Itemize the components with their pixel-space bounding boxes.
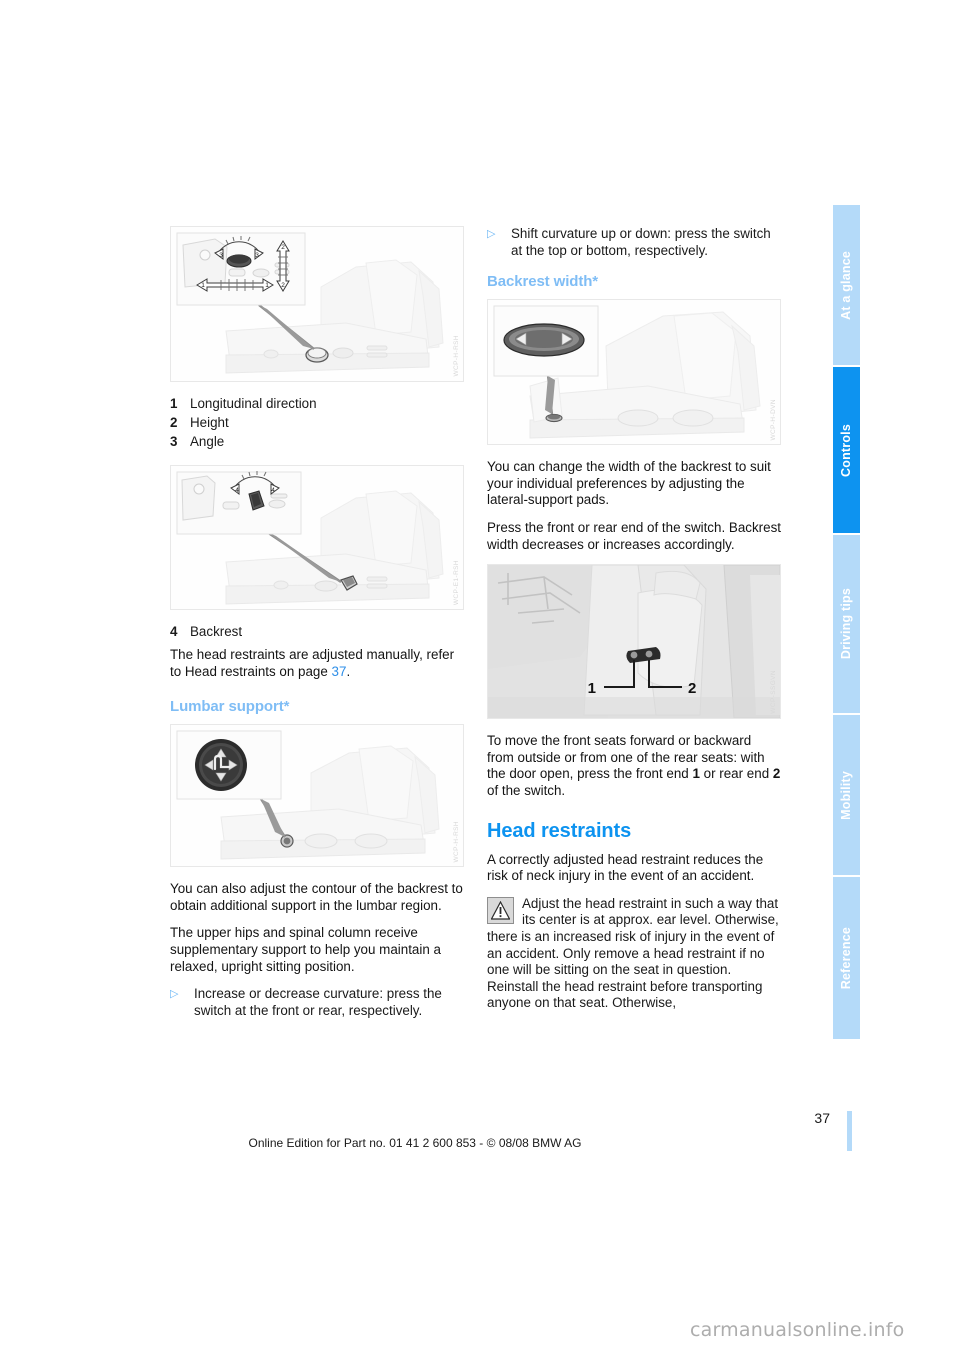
legend-list-backrest: 4 Backrest <box>170 622 464 641</box>
seat-move-callout-1: 1 <box>692 766 700 782</box>
figure-lumbar-support: WCP-H-RSH <box>170 724 464 868</box>
right-text-column: ▷ Shift curvature up or down: press the … <box>487 226 781 1012</box>
warning-text: Adjust the head restraint in such a way … <box>487 895 779 1011</box>
legend-number: 4 <box>170 624 178 639</box>
svg-text:1: 1 <box>588 680 596 697</box>
left-text-column: 3 3 1 1 2 2 WCP-H-RSH 1 Longitudinal dir… <box>170 226 464 1030</box>
figure-code: WCP-H-DVN <box>770 398 777 441</box>
exterior-seat-switch-illustration: 1 2 <box>488 565 780 719</box>
lumbar-support-illustration <box>171 725 463 867</box>
head-restraints-intro-paragraph: A correctly adjusted head restraint redu… <box>487 851 764 884</box>
legend-item: 3 Angle <box>170 432 464 451</box>
lumbar-paragraph-1: You can also adjust the contour of the b… <box>170 881 463 913</box>
warning-triangle-icon <box>487 896 514 924</box>
legend-label: Backrest <box>190 624 243 639</box>
figure-exterior-seat-switch: 1 2 WCP-SSGVN <box>487 564 781 720</box>
tab-driving-tips-label: Driving tips <box>839 588 853 660</box>
warning-block: Adjust the head restraint in such a way … <box>487 896 781 1012</box>
page-number: 37 <box>814 1110 830 1126</box>
figure-backrest-switch: 4 4 WCP-E1-RSH <box>170 465 464 610</box>
backrest-width-paragraph-2: Press the front or rear end of the switc… <box>487 519 781 552</box>
footer-accent-bar <box>847 1111 852 1151</box>
manual-page: At a glance Controls Driving tips Mobili… <box>0 0 960 1358</box>
bullet-text: Shift curvature up or down: press the sw… <box>511 226 771 258</box>
figure-code: WCP-H-RSH <box>453 820 460 863</box>
seat-move-callout-2: 2 <box>772 766 781 782</box>
svg-text:2: 2 <box>281 244 285 251</box>
lumbar-bullet-increase-decrease: ▷ Increase or decrease curvature: press … <box>170 986 464 1019</box>
svg-text:2: 2 <box>688 680 696 697</box>
note-text-part1: The head restraints are adjusted manuall… <box>170 647 455 679</box>
svg-text:3: 3 <box>255 252 259 259</box>
lumbar-support-heading: Lumbar support* <box>170 698 290 716</box>
triangle-bullet-icon: ▷ <box>170 988 179 1001</box>
backrest-width-illustration <box>488 300 780 445</box>
triangle-bullet-icon: ▷ <box>487 228 496 240</box>
legend-item: 2 Height <box>170 413 464 432</box>
tab-driving-tips[interactable]: Driving tips <box>833 535 860 713</box>
legend-item: 4 Backrest <box>170 622 464 641</box>
tab-at-a-glance[interactable]: At a glance <box>833 205 860 365</box>
svg-text:2: 2 <box>281 282 285 289</box>
figure-seat-adjustment-switch: 3 3 1 1 2 2 WCP-H-RSH <box>170 226 464 382</box>
svg-text:4: 4 <box>235 487 239 494</box>
bullet-text: Increase or decrease curvature: press th… <box>194 986 442 1018</box>
tab-reference-label: Reference <box>839 926 853 990</box>
note-text-part2: . <box>346 663 351 679</box>
legend-number: 1 <box>170 396 178 411</box>
legend-list-seat-switch: 1 Longitudinal direction 2 Height 3 Angl… <box>170 394 464 451</box>
seat-adjustment-illustration: 3 3 1 1 2 2 <box>171 227 463 381</box>
backrest-adjustment-illustration: 4 4 <box>171 466 463 609</box>
figure-code: WCP-H-RSH <box>453 335 460 377</box>
head-restraints-reference-note: The head restraints are adjusted manuall… <box>170 647 464 680</box>
svg-text:3: 3 <box>219 252 223 259</box>
head-restraints-section-heading: Head restraints <box>487 819 632 842</box>
lumbar-paragraph-2: The upper hips and spinal column receive… <box>170 925 441 974</box>
svg-text:4: 4 <box>271 487 275 494</box>
legend-number: 3 <box>170 434 178 449</box>
seat-move-text-part2: or rear end <box>699 766 773 782</box>
tab-controls-label: Controls <box>839 423 853 477</box>
figure-backrest-width: WCP-H-DVN <box>487 299 781 446</box>
figure-code: WCP-SSGVN <box>770 670 777 715</box>
lumbar-bullet-shift: ▷ Shift curvature up or down: press the … <box>487 226 781 259</box>
page-cross-reference-link[interactable]: 37 <box>332 664 347 679</box>
tab-reference[interactable]: Reference <box>833 877 860 1039</box>
site-watermark: carmanualsonline.info <box>690 1319 905 1341</box>
backrest-width-heading: Backrest width* <box>487 273 599 291</box>
tab-mobility[interactable]: Mobility <box>833 715 860 875</box>
legend-label: Angle <box>190 434 225 449</box>
legend-item: 1 Longitudinal direction <box>170 394 464 413</box>
exterior-seat-switch-paragraph: To move the front seats forward or backw… <box>487 733 781 799</box>
chapter-tab-rail: At a glance Controls Driving tips Mobili… <box>833 205 860 1205</box>
legend-label: Height <box>190 415 229 430</box>
tab-at-a-glance-label: At a glance <box>839 250 853 320</box>
tab-mobility-label: Mobility <box>839 770 853 820</box>
figure-code: WCP-E1-RSH <box>453 559 460 605</box>
svg-text:1: 1 <box>201 282 205 289</box>
seat-move-text-part3: of the switch. <box>487 782 566 798</box>
tab-controls[interactable]: Controls <box>833 367 860 533</box>
backrest-width-paragraph-1: You can change the width of the backrest… <box>487 459 771 508</box>
legend-label: Longitudinal direction <box>190 396 317 411</box>
footer-edition-note: Online Edition for Part no. 01 41 2 600 … <box>248 1136 582 1150</box>
svg-text:1: 1 <box>265 282 269 289</box>
legend-number: 2 <box>170 415 178 430</box>
